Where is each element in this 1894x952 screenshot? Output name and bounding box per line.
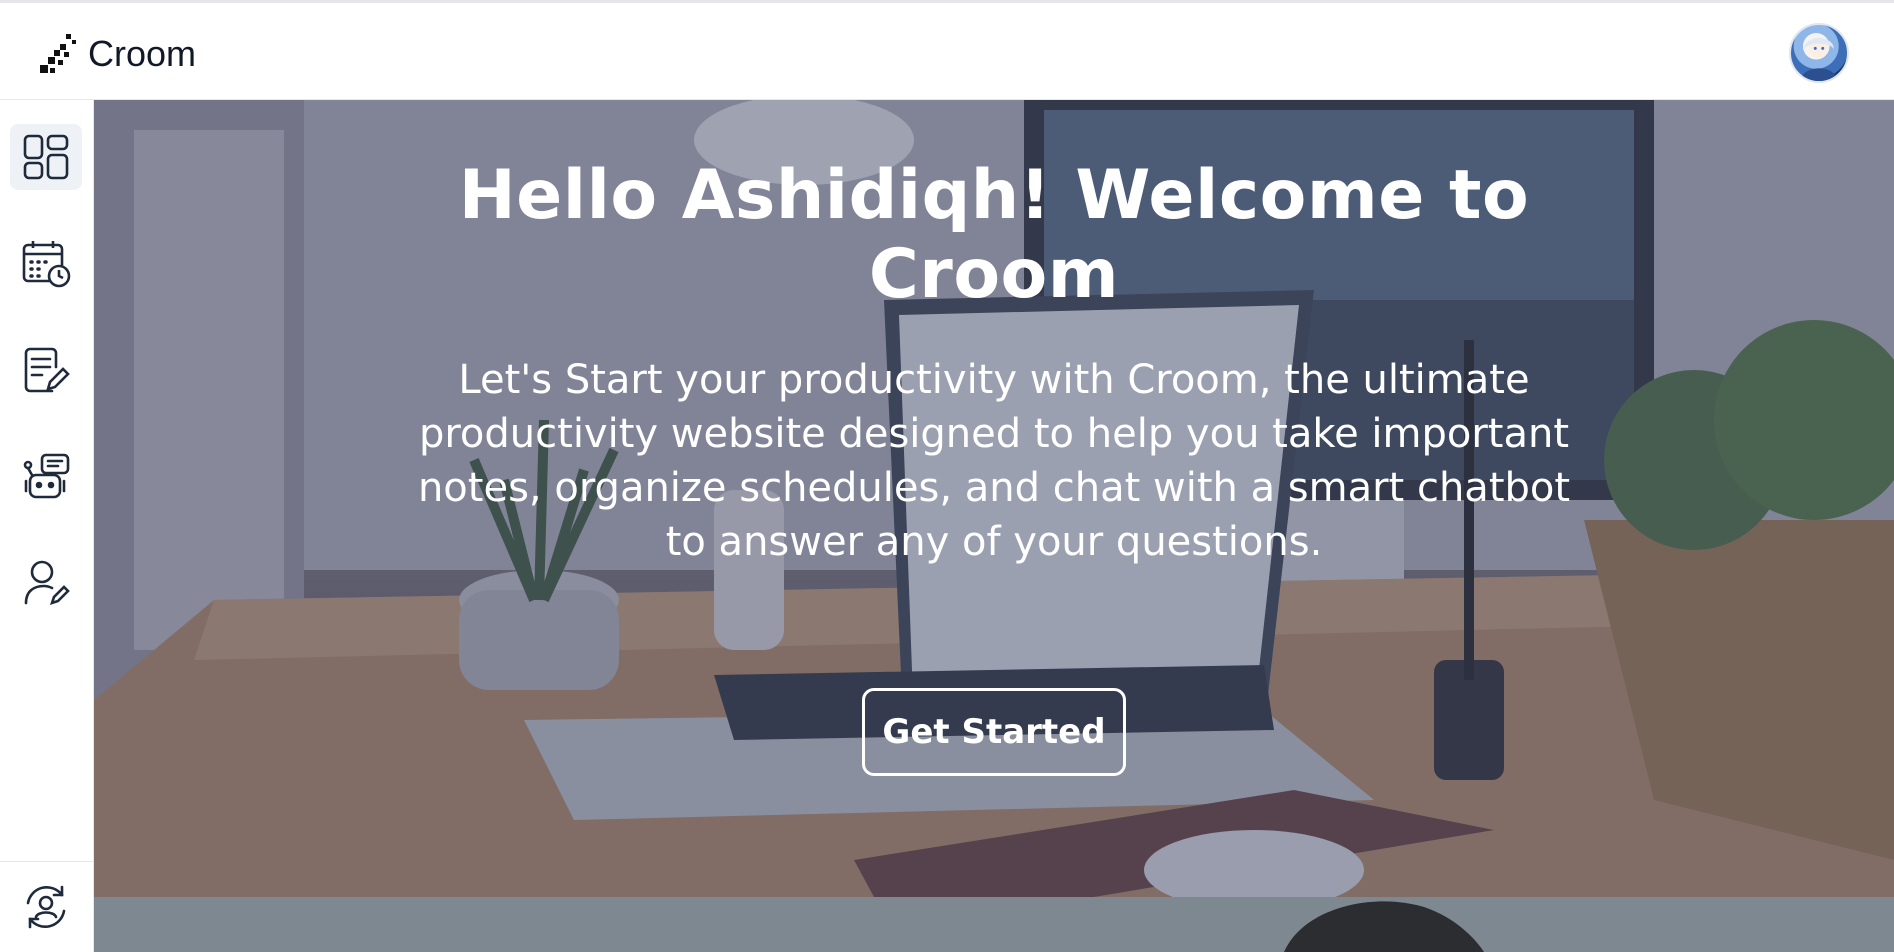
user-sync-icon: [26, 885, 66, 929]
hero-banner: Hello Ashidiqh! Welcome to Croom Let's S…: [94, 100, 1894, 897]
sidebar: [0, 100, 94, 952]
user-edit-icon: [24, 560, 70, 606]
hero-description: Let's Start your productivity with Croom…: [417, 357, 1571, 565]
calendar-clock-icon: [22, 241, 71, 288]
hero-title: Hello Ashidiqh! Welcome to Croom: [458, 156, 1530, 314]
sidebar-item-dashboard[interactable]: [10, 124, 82, 190]
sidebar-item-schedule[interactable]: [10, 230, 82, 296]
get-started-button[interactable]: Get Started: [862, 688, 1126, 776]
sidebar-item-notes[interactable]: [10, 338, 82, 404]
note-edit-icon: [24, 347, 70, 393]
brand[interactable]: Croom: [34, 29, 196, 79]
next-section-photo: [94, 897, 1894, 952]
next-section-preview: [94, 897, 1894, 952]
sidebar-item-profile[interactable]: [10, 550, 82, 616]
croom-logo-icon: [40, 34, 76, 73]
sidebar-item-chatbot[interactable]: [10, 444, 82, 510]
top-header: Croom: [0, 0, 1894, 100]
avatar-image: [1800, 37, 1838, 81]
sidebar-footer: [0, 861, 94, 952]
brand-name: Croom: [88, 33, 197, 74]
user-avatar[interactable]: [1789, 23, 1849, 83]
dashboard-grid-icon: [23, 134, 69, 180]
switch-account-button[interactable]: [10, 874, 82, 940]
hero-content: Hello Ashidiqh! Welcome to Croom Let's S…: [94, 100, 1894, 897]
robot-chat-icon: [23, 453, 70, 499]
